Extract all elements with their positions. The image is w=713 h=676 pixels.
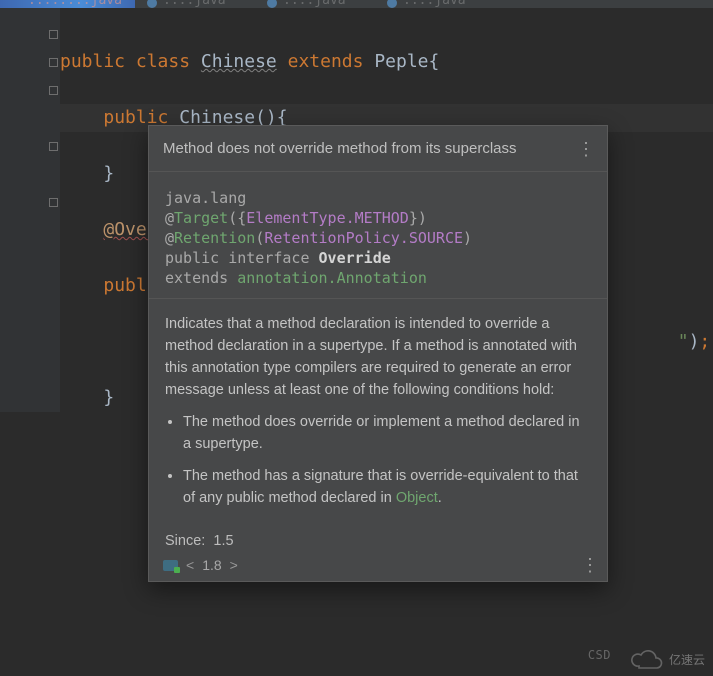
more-actions-icon[interactable]: ⋮ [577, 143, 593, 155]
nav-prev[interactable]: < [186, 557, 194, 573]
fold-toggle[interactable] [49, 142, 58, 151]
module-icon [163, 560, 178, 571]
java-file-icon [147, 0, 157, 8]
doc-description: Indicates that a method declaration is i… [149, 299, 607, 523]
target-annotation: Target [174, 209, 228, 227]
object-link[interactable]: Object [396, 490, 438, 506]
tab-label: ........java [28, 0, 122, 8]
file-tab[interactable]: ....java [135, 0, 255, 8]
more-actions-icon[interactable]: ⋮ [581, 559, 597, 571]
file-tab[interactable]: ....java [375, 0, 495, 8]
class-name: Chinese [201, 51, 277, 72]
csd-watermark: CSD [588, 648, 611, 662]
package-name: java.lang [165, 189, 246, 207]
since-value: 1.5 [213, 533, 233, 549]
jdk-version: 1.8 [202, 557, 221, 573]
since-label: Since: [165, 533, 205, 549]
brand-watermark: 亿速云 [629, 648, 705, 670]
fold-toggle[interactable] [49, 58, 58, 67]
list-item: The method does override or implement a … [183, 411, 591, 455]
list-item: The method has a signature that is overr… [183, 465, 591, 509]
extends-link[interactable]: annotation.Annotation [237, 269, 427, 287]
doc-since: Since: 1.5 [149, 523, 607, 555]
java-file-icon [267, 0, 277, 8]
java-file-icon [387, 0, 397, 8]
tab-label: ....java [283, 0, 346, 8]
fold-toggle[interactable] [49, 198, 58, 207]
description-text: Indicates that a method declaration is i… [165, 316, 577, 398]
cloud-icon [629, 648, 663, 670]
tab-label: ....java [163, 0, 226, 8]
tab-label: ....java [403, 0, 466, 8]
tabs-row: ........java ....java ....java ....java [0, 0, 713, 8]
retention-policy-value: RetentionPolicy.SOURCE [264, 229, 463, 247]
code-line: public class Chinese extends Peple{ [60, 48, 713, 76]
condition-list: The method does override or implement a … [169, 411, 591, 509]
file-tab[interactable]: ....java [255, 0, 375, 8]
element-type-value: ElementType.METHOD [246, 209, 409, 227]
fold-toggle[interactable] [49, 30, 58, 39]
quick-doc-popup: Method does not override method from its… [148, 125, 608, 582]
interface-name: Override [319, 249, 391, 267]
error-message: Method does not override method from its… [163, 140, 577, 157]
brand-text: 亿速云 [669, 651, 705, 668]
superclass-name: Peple [374, 51, 428, 72]
doc-signature: java.lang @Target({ElementType.METHOD}) … [149, 172, 607, 299]
gutter [0, 8, 60, 412]
fold-toggle[interactable] [49, 86, 58, 95]
retention-annotation: Retention [174, 229, 255, 247]
nav-next[interactable]: > [230, 557, 238, 573]
popup-header: Method does not override method from its… [149, 126, 607, 172]
popup-footer: < 1.8 > ⋮ [149, 555, 607, 581]
